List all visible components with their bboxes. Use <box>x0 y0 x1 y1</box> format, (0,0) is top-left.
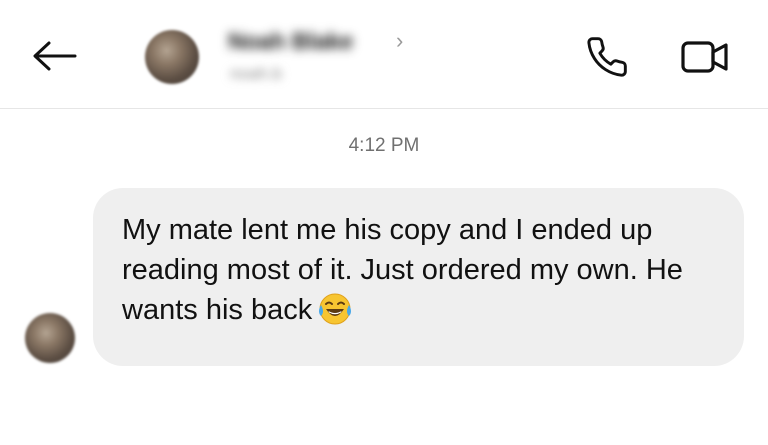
message-timestamp: 4:12 PM <box>348 135 420 156</box>
message-text: My mate lent me his copy and I ended up … <box>122 214 683 326</box>
chevron-right-icon: › <box>396 28 404 53</box>
chat-header: Noah Blake › noah.b <box>0 0 768 109</box>
arrow-left-icon <box>33 41 77 71</box>
contact-avatar[interactable] <box>145 30 199 84</box>
back-button[interactable] <box>28 36 80 76</box>
message-bubble[interactable]: My mate lent me his copy and I ended up … <box>93 188 744 366</box>
video-camera-icon <box>681 41 728 73</box>
video-call-button[interactable] <box>676 34 732 80</box>
audio-call-button[interactable] <box>584 34 630 80</box>
phone-icon <box>587 37 627 77</box>
face-with-tears-of-joy-icon <box>318 292 352 337</box>
sender-avatar[interactable] <box>25 313 75 363</box>
contact-handle: noah.b <box>230 64 282 83</box>
contact-name[interactable]: Noah Blake <box>228 28 353 55</box>
